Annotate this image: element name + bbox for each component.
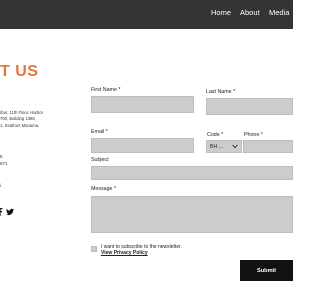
nav-media-link[interactable]: Media (269, 8, 289, 17)
top-navigation-bar: Home About Media (0, 0, 293, 29)
address-line: 1, Seafront Manama, (0, 122, 40, 128)
message-textarea[interactable] (91, 196, 293, 233)
submit-button[interactable]: Submit (240, 260, 293, 281)
phone-line: 6 (0, 154, 3, 159)
first-name-input[interactable] (91, 96, 194, 113)
facebook-icon[interactable] (0, 208, 4, 216)
phone-input[interactable] (243, 140, 293, 153)
newsletter-checkbox[interactable] (91, 246, 97, 252)
email-contact[interactable]: i (0, 183, 1, 188)
subject-label: Subject (91, 157, 109, 163)
twitter-icon[interactable] (6, 208, 14, 216)
last-name-input[interactable] (206, 98, 293, 115)
address-block: rbor, 11th Floor, Harbor 700, Building 1… (0, 110, 52, 129)
country-code-select[interactable]: BH ... (206, 140, 242, 153)
country-code-label: Code * (207, 132, 224, 138)
nav-about-link[interactable]: About (240, 8, 260, 17)
chevron-down-icon (232, 144, 238, 149)
subject-input[interactable] (91, 166, 293, 180)
privacy-policy-link[interactable]: View Privacy Policy (101, 250, 148, 256)
message-label: Message * (91, 186, 117, 192)
email-input[interactable] (91, 138, 194, 153)
email-label: Email * (91, 129, 108, 135)
nav-home-link[interactable]: Home (211, 8, 231, 17)
phone-label: Phone * (244, 132, 263, 138)
first-name-label: First Name * (91, 87, 121, 93)
last-name-label: Last Name * (206, 89, 236, 95)
phone-line: 671 (0, 161, 8, 166)
submit-button-label: Submit (257, 267, 276, 274)
contact-us-title: T US (0, 63, 39, 80)
country-code-value: BH ... (210, 144, 223, 150)
phone-block: 6 671 (0, 153, 8, 167)
